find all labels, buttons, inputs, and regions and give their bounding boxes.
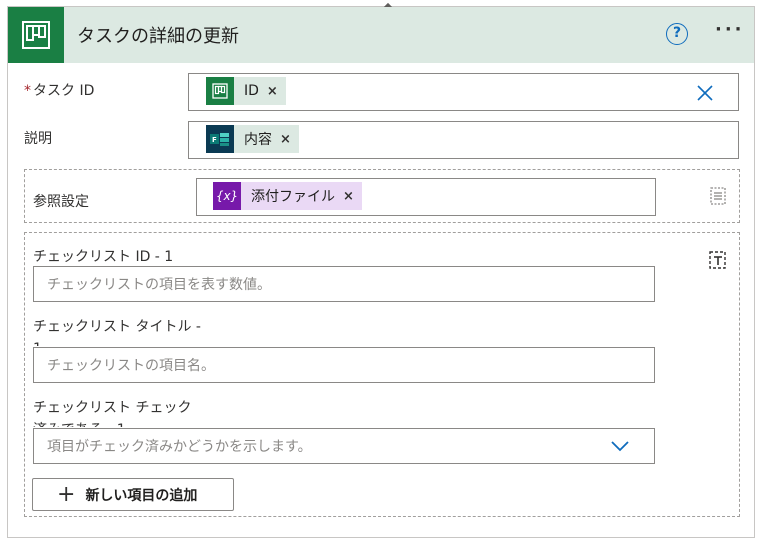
task-id-label: * タスク ID (24, 80, 94, 100)
forms-icon: F (206, 125, 234, 153)
plus-icon: + (57, 481, 76, 507)
task-id-label-text: タスク ID (33, 83, 95, 99)
more-options-icon[interactable]: ··· (715, 19, 745, 40)
checklist-title-label: チェックリスト タイトル - 1 (33, 319, 201, 346)
checklist-id-label: チェックリスト ID - 1 (33, 249, 174, 265)
description-token[interactable]: F 内容 × (206, 125, 299, 153)
token-remove-button[interactable]: × (259, 84, 286, 99)
references-label: 参照設定 (33, 194, 89, 210)
variable-icon: {x} (213, 182, 241, 210)
add-new-item-button[interactable]: + 新しい項目の追加 (32, 478, 234, 511)
token-label: ID (244, 83, 259, 99)
references-token[interactable]: {x} 添付ファイル × (213, 182, 362, 210)
token-remove-button[interactable]: × (335, 189, 362, 204)
planner-icon (8, 7, 64, 63)
task-id-token[interactable]: ID × (206, 77, 286, 105)
card-header[interactable]: タスクの詳細の更新 ? ··· (8, 7, 754, 63)
chevron-down-icon[interactable] (610, 440, 630, 456)
close-icon[interactable] (697, 85, 713, 101)
token-remove-button[interactable]: × (272, 132, 299, 147)
description-field[interactable]: F 内容 × (188, 121, 739, 159)
required-mark: * (24, 83, 31, 99)
description-label: 説明 (24, 131, 52, 147)
checklist-title-input[interactable]: チェックリストの項目名。 (33, 347, 655, 383)
token-label: 内容 (244, 132, 272, 148)
task-id-field[interactable]: ID × (188, 73, 739, 111)
switch-to-text-icon[interactable] (708, 249, 728, 271)
array-list-icon[interactable] (708, 185, 728, 207)
checklist-checked-label: チェックリスト チェック済みである - 1 (33, 400, 192, 427)
checklist-id-input[interactable]: チェックリストの項目を表す数値。 (33, 266, 655, 302)
checklist-section: チェックリスト ID - 1 チェックリストの項目を表す数値。 チェックリスト … (24, 232, 740, 517)
help-icon[interactable]: ? (666, 23, 688, 45)
svg-text:F: F (212, 136, 217, 144)
references-section: 参照設定 {x} 添付ファイル × (24, 169, 740, 223)
checklist-checked-dropdown[interactable]: 項目がチェック済みかどうかを示します。 (33, 428, 655, 464)
planner-icon (206, 77, 234, 105)
token-label: 添付ファイル (251, 189, 335, 205)
action-card: タスクの詳細の更新 ? ··· * タスク ID ID × 説明 F 内容 × … (7, 2, 755, 538)
card-title: タスクの詳細の更新 (77, 26, 239, 47)
add-new-item-label: 新しい項目の追加 (85, 487, 198, 504)
references-field[interactable]: {x} 添付ファイル × (196, 178, 656, 216)
dropdown-placeholder: 項目がチェック済みかどうかを示します。 (47, 439, 312, 455)
